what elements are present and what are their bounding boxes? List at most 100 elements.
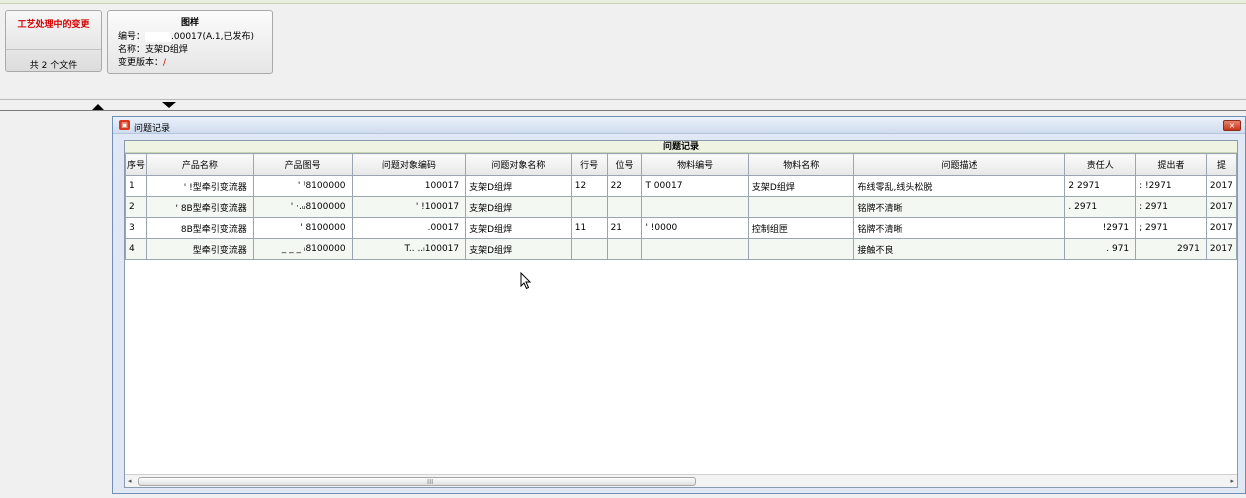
table-cell (641, 196, 749, 218)
process-change-card[interactable]: 工艺处理中的变更 共 2 个文件 (5, 10, 102, 72)
table-cell: ' ·.ᵤ8100000 (252, 196, 353, 218)
expand-down-arrow-icon[interactable] (162, 102, 176, 108)
table-cell (570, 196, 608, 218)
table-cell (747, 238, 855, 260)
table-cell: 支架D组焊 (465, 217, 572, 239)
column-header[interactable]: 序号 (125, 153, 147, 176)
issue-table: 序号 产品名称 产品图号 问题对象编码 问题对象名称 行号 位号 物料编号 物料… (125, 153, 1237, 260)
table-cell (606, 196, 643, 218)
change-cards-area: 工艺处理中的变更 共 2 个文件 图样 编号： .00017(A.1,已发布) 名… (0, 4, 1246, 100)
scrollbar-grip: III (427, 478, 434, 486)
table-cell: 11 (570, 217, 608, 239)
change-version-label: 变更版本： (118, 58, 164, 68)
scrollbar-thumb[interactable]: III (138, 477, 696, 486)
table-cell: 接触不良 (853, 238, 1066, 260)
column-header[interactable]: 物料编号 (641, 153, 749, 176)
column-header[interactable]: 产品名称 (145, 153, 254, 176)
table-cell: 8B型牵引变流器 (145, 217, 254, 239)
column-header[interactable]: 产品图号 (252, 153, 353, 176)
file-count: 共 2 个文件 (29, 61, 78, 71)
column-header[interactable]: 责任人 (1064, 153, 1137, 176)
table-cell: 铭牌不清晰 (853, 217, 1066, 239)
table-cell: ' ⁾8100000 (252, 175, 353, 197)
table-cell: T 00017 (641, 175, 749, 197)
table-cell: T.. ..ᵢ100017 (351, 238, 467, 260)
close-button[interactable]: × (1223, 120, 1241, 131)
table-cell: 支架D组焊 (465, 175, 572, 197)
table-cell: 22 (606, 175, 643, 197)
divider (0, 99, 1246, 100)
dialog-title: 问题记录 (134, 124, 171, 134)
change-version-line: 变更版本：/ (118, 55, 166, 68)
dialog-app-icon: ▣ (119, 120, 130, 130)
table-cell: 布线零乱,线头松脱 (853, 175, 1066, 197)
drawing-card-title: 图样 (180, 18, 199, 28)
table-cell: 控制组匣 (747, 217, 855, 239)
table-cell: 2 2971 (1064, 175, 1137, 197)
drawing-number-label: 编号： (118, 32, 146, 42)
mouse-cursor-icon (520, 272, 532, 290)
table-cell: . 2971 (1064, 196, 1137, 218)
splitter-line[interactable] (0, 110, 1246, 111)
table-cell: . 971 (1064, 238, 1137, 260)
process-change-title: 工艺处理中的变更 (17, 20, 90, 30)
change-version-value: / (163, 58, 167, 68)
table-cell: ; 2971 (1135, 217, 1207, 239)
table-cell: 2017 (1205, 175, 1237, 197)
table-cell: ' 8B型牵引变流器 (145, 196, 254, 218)
drawing-name-line: 名称：支架D组焊 (118, 45, 188, 55)
horizontal-scrollbar[interactable]: ◂ III ▸ (125, 474, 1237, 487)
table-cell (747, 196, 855, 218)
table-cell: ' !100017 (351, 196, 467, 218)
table-cell (641, 238, 749, 260)
table-cell: 支架D组焊 (465, 238, 572, 260)
card-separator (6, 49, 101, 50)
table-row[interactable]: 1 ' !型牵引变流器 ' ⁾8100000 100017 支架D组焊 12 2… (125, 175, 1237, 197)
drawing-card[interactable]: 图样 编号： .00017(A.1,已发布) 名称：支架D组焊 变更版本：/ (107, 10, 273, 74)
table-cell: 2 (125, 196, 147, 218)
column-header[interactable]: 问题对象编码 (351, 153, 467, 176)
table-row[interactable]: 4 型牵引变流器 _ _ _ ᵢ8100000 T.. ..ᵢ100017 支架… (125, 238, 1237, 260)
scroll-right-arrow-icon[interactable]: ▸ (1230, 477, 1234, 485)
table-cell: 型牵引变流器 (145, 238, 254, 260)
column-header[interactable]: 提 (1205, 153, 1237, 176)
scroll-left-arrow-icon[interactable]: ◂ (128, 477, 132, 485)
drawing-number-value: .00017(A.1,已发布) (171, 32, 254, 42)
column-header[interactable]: 提出者 (1135, 153, 1207, 176)
table-cell: 2017 (1205, 196, 1237, 218)
table-cell: 21 (606, 217, 643, 239)
table-header-row: 序号 产品名称 产品图号 问题对象编码 问题对象名称 行号 位号 物料编号 物料… (125, 153, 1237, 176)
issue-grid: 问题记录 序号 产品名称 产品图号 问题对象编码 问题对象名称 行号 位号 物料… (124, 140, 1238, 488)
redaction-mask (145, 31, 172, 42)
table-cell (570, 238, 608, 260)
table-cell: 铭牌不清晰 (853, 196, 1066, 218)
column-header[interactable]: 问题描述 (853, 153, 1066, 176)
table-cell: 支架D组焊 (465, 196, 572, 218)
table-cell: .00017 (351, 217, 467, 239)
column-header[interactable]: 位号 (606, 153, 643, 176)
column-header[interactable]: 问题对象名称 (465, 153, 572, 176)
issue-record-dialog: ▣ 问题记录 × 问题记录 序号 产品名称 产品图号 问题对象编码 问题对象名称… (112, 116, 1246, 494)
table-cell: 2017 (1205, 238, 1237, 260)
table-cell: _ _ _ ᵢ8100000 (252, 238, 353, 260)
dialog-titlebar[interactable]: ▣ 问题记录 × (113, 117, 1245, 134)
table-cell: 1 (125, 175, 147, 197)
table-row[interactable]: 3 8B型牵引变流器 ' 8100000 .00017 支架D组焊 11 21 … (125, 217, 1237, 239)
table-row[interactable]: 2 ' 8B型牵引变流器 ' ·.ᵤ8100000 ' !100017 支架D组… (125, 196, 1237, 218)
table-cell: 4 (125, 238, 147, 260)
table-cell: 12 (570, 175, 608, 197)
table-cell: ' !0000 (641, 217, 749, 239)
table-cell: 2017 (1205, 217, 1237, 239)
table-cell (606, 238, 643, 260)
table-cell: ' 8100000 (252, 217, 353, 239)
left-pane (0, 111, 112, 498)
table-cell: !2971 (1064, 217, 1137, 239)
grid-caption: 问题记录 (125, 141, 1237, 153)
column-header[interactable]: 物料名称 (747, 153, 855, 176)
table-cell: : !2971 (1135, 175, 1207, 197)
column-header[interactable]: 行号 (570, 153, 608, 176)
table-cell: ' !型牵引变流器 (145, 175, 254, 197)
table-cell: 支架D组焊 (747, 175, 855, 197)
table-cell: 2971 (1135, 238, 1207, 260)
table-cell: 100017 (351, 175, 467, 197)
